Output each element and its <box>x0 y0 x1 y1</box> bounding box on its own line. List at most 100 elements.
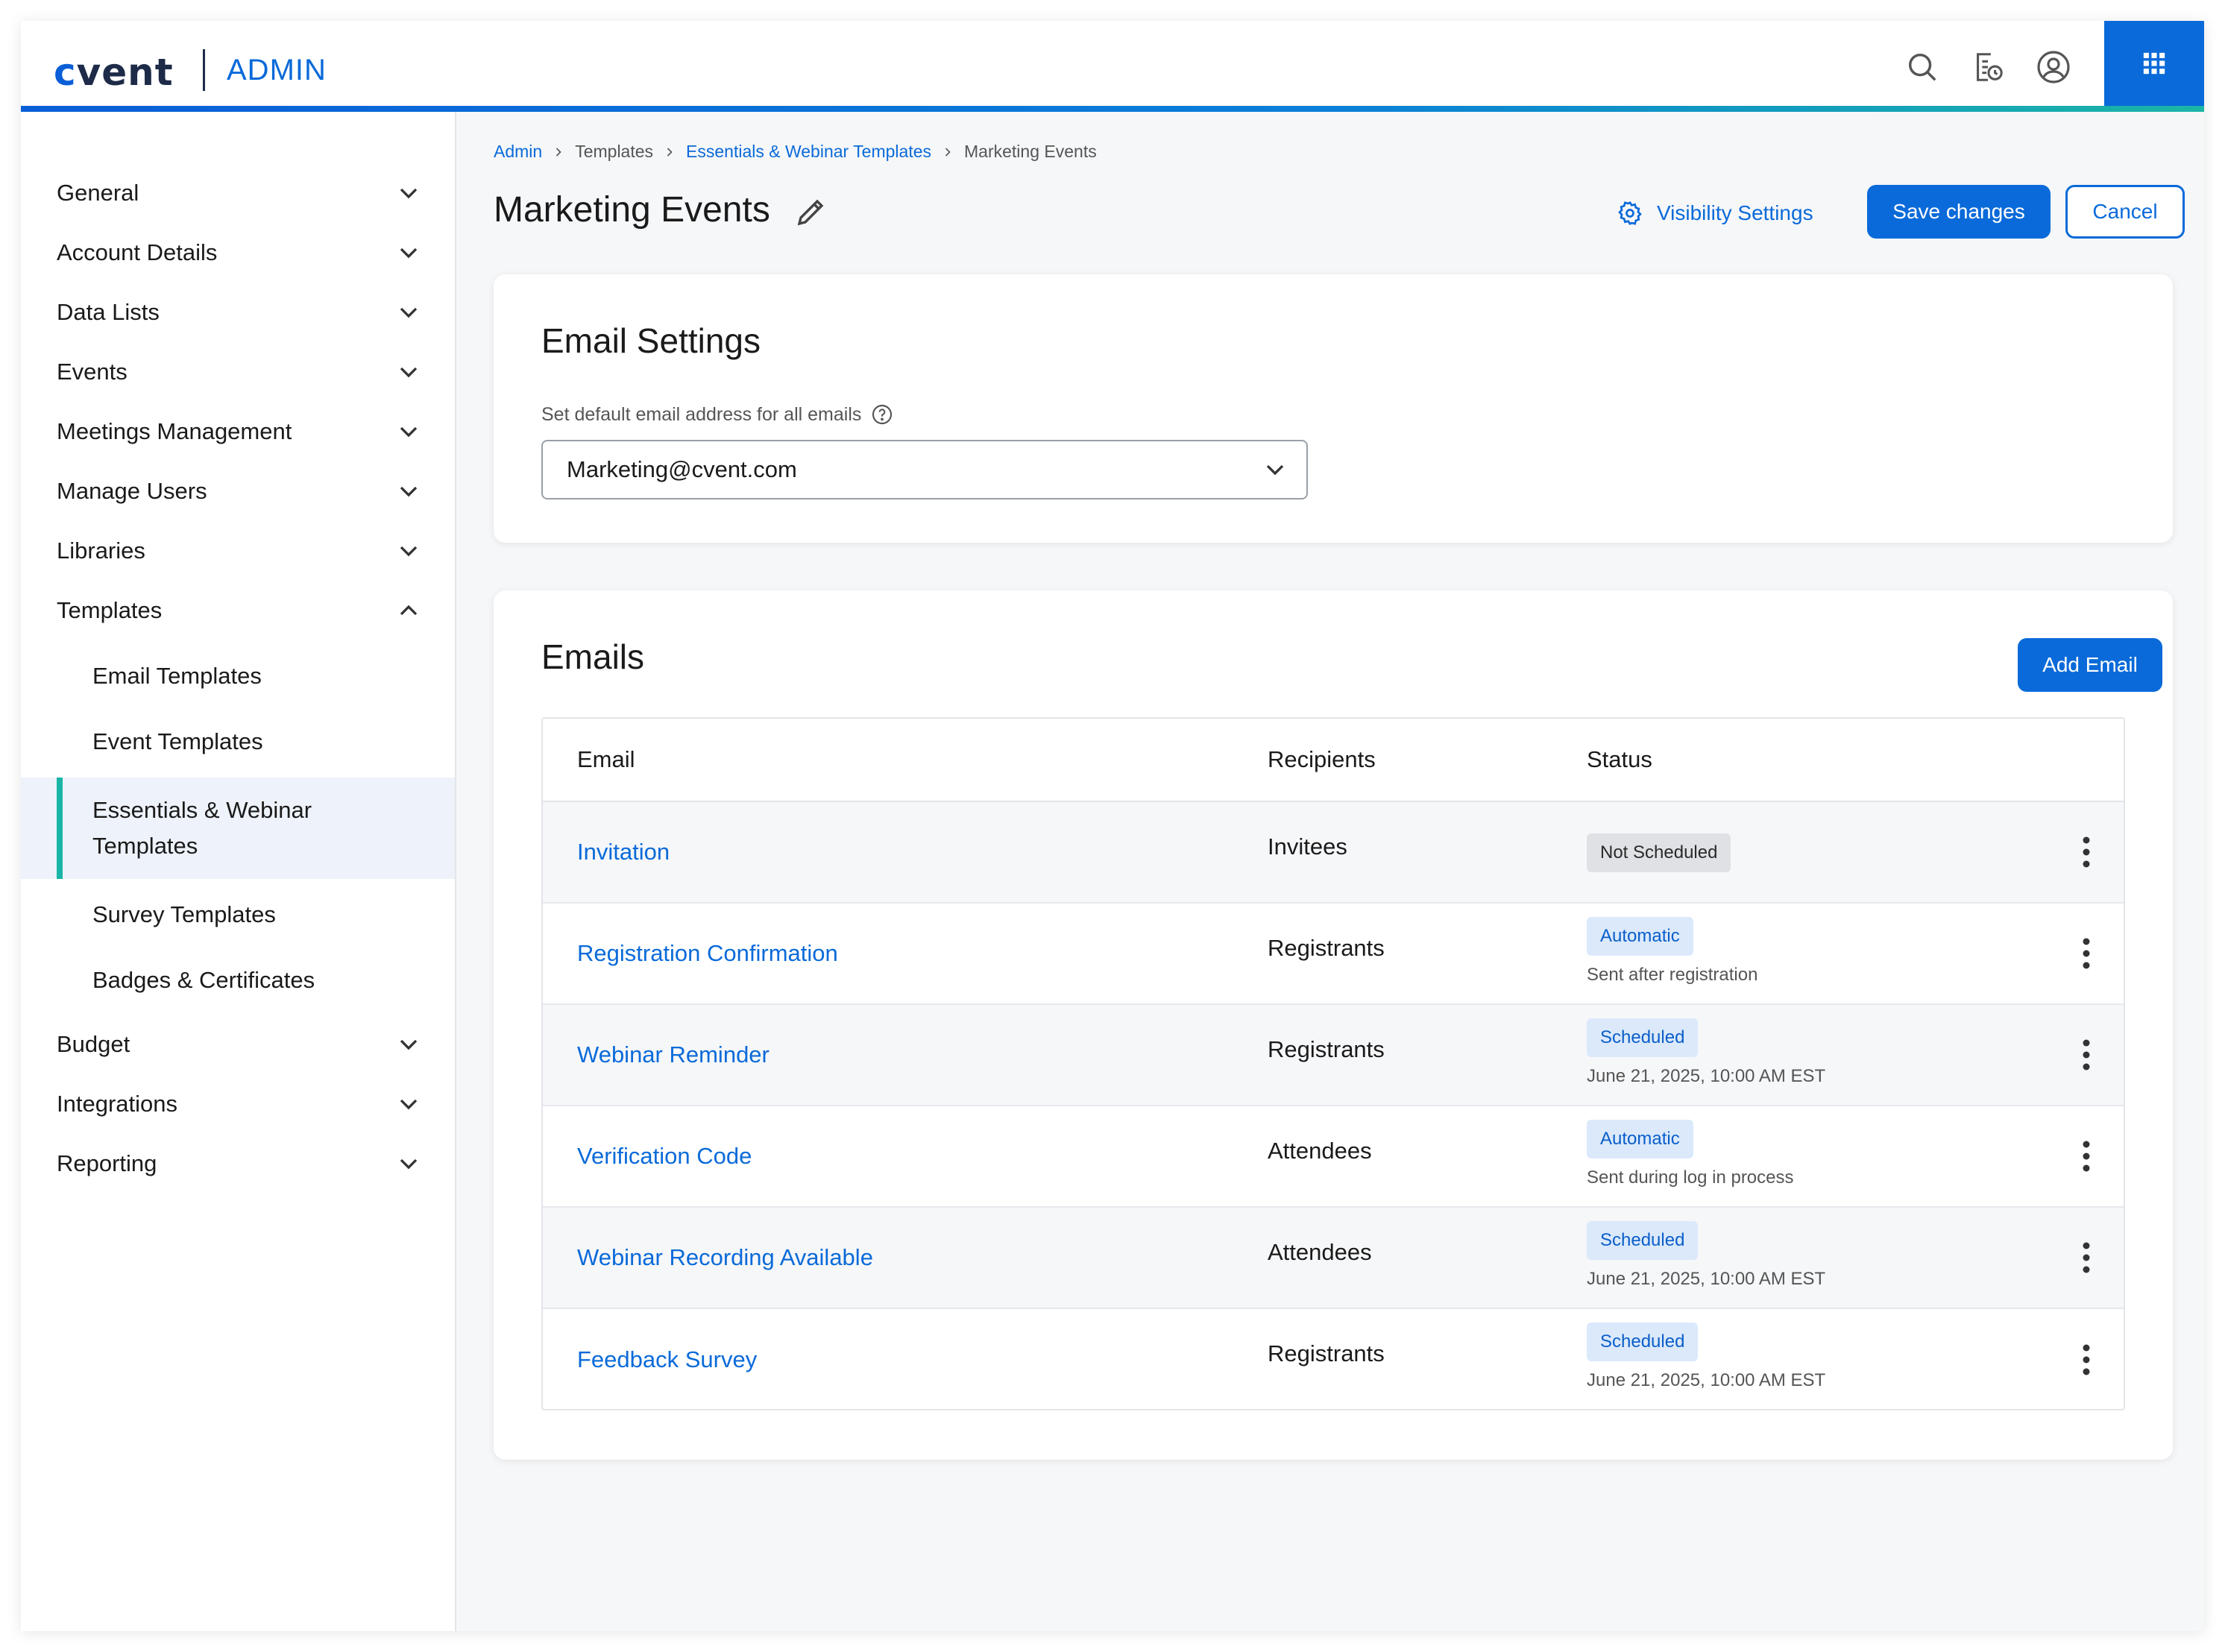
status-detail: Sent after registration <box>1587 965 1758 985</box>
sidebar-item-integrations[interactable]: Integrations <box>21 1074 455 1134</box>
more-actions-icon[interactable] <box>2071 1337 2101 1382</box>
more-actions-icon[interactable] <box>2071 1134 2101 1179</box>
sidebar-item-libraries[interactable]: Libraries <box>21 521 455 581</box>
chevron-down-icon <box>400 486 418 497</box>
sidebar-item-budget[interactable]: Budget <box>21 1015 455 1074</box>
sidebar-subitem-label: Email Templates <box>92 663 262 689</box>
search-icon[interactable] <box>1901 46 1943 88</box>
sidebar-subitem-badges-certificates[interactable]: Badges & Certificates <box>21 950 455 1010</box>
table-row: Feedback Survey Registrants Scheduled Ju… <box>543 1309 2124 1409</box>
table-row: Verification Code Attendees Automatic Se… <box>543 1106 2124 1208</box>
sidebar-item-label: Budget <box>57 1031 130 1057</box>
sidebar-item-general[interactable]: General <box>21 163 455 223</box>
sidebar-item-label: Events <box>57 359 128 385</box>
status-badge: Scheduled <box>1587 1221 1699 1260</box>
chevron-down-icon <box>400 426 418 438</box>
pencil-edit-icon[interactable] <box>793 194 829 230</box>
status-detail: Sent during log in process <box>1587 1167 1794 1188</box>
table-row: Invitation Invitees Not Scheduled <box>543 802 2124 904</box>
sidebar-item-account-details[interactable]: Account Details <box>21 223 455 283</box>
status-detail: June 21, 2025, 10:00 AM EST <box>1587 1269 1826 1289</box>
sidebar-item-data-lists[interactable]: Data Lists <box>21 283 455 342</box>
sidebar-subitem-event-templates[interactable]: Event Templates <box>21 712 455 772</box>
chevron-up-icon <box>400 605 418 616</box>
sidebar-subitem-label: Badges & Certificates <box>92 967 315 993</box>
email-link-registration-confirmation[interactable]: Registration Confirmation <box>577 940 838 967</box>
breadcrumb-essentials-webinar[interactable]: Essentials & Webinar Templates <box>686 142 931 162</box>
more-actions-icon[interactable] <box>2071 1235 2101 1280</box>
sidebar-subitem-email-templates[interactable]: Email Templates <box>21 646 455 706</box>
sidebar-item-label: Account Details <box>57 239 218 265</box>
sidebar-item-label: Meetings Management <box>57 418 292 444</box>
status-badge: Scheduled <box>1587 1322 1699 1361</box>
status-detail: June 21, 2025, 10:00 AM EST <box>1587 1066 1826 1086</box>
sidebar-item-meetings-management[interactable]: Meetings Management <box>21 402 455 461</box>
column-header-status: Status <box>1587 746 1652 772</box>
visibility-settings-label: Visibility Settings <box>1657 201 1813 224</box>
column-header-email: Email <box>577 746 635 772</box>
sidebar-item-events[interactable]: Events <box>21 342 455 402</box>
sidebar-item-reporting[interactable]: Reporting <box>21 1134 455 1194</box>
email-link-webinar-reminder[interactable]: Webinar Reminder <box>577 1041 770 1068</box>
default-email-value: Marketing@cvent.com <box>567 456 797 482</box>
chevron-right-icon <box>945 147 951 157</box>
chevron-down-icon <box>400 307 418 318</box>
user-profile-icon[interactable] <box>2033 46 2074 88</box>
status-detail: June 21, 2025, 10:00 AM EST <box>1587 1370 1826 1390</box>
more-actions-icon[interactable] <box>2071 931 2101 976</box>
more-actions-icon[interactable] <box>2071 1032 2101 1077</box>
tasks-history-icon[interactable] <box>1967 46 2009 88</box>
status-badge: Not Scheduled <box>1587 833 1731 872</box>
email-link-feedback-survey[interactable]: Feedback Survey <box>577 1346 757 1373</box>
breadcrumb-templates: Templates <box>575 142 654 161</box>
chevron-down-icon <box>400 248 418 259</box>
add-email-button[interactable]: Add Email <box>2018 638 2162 692</box>
breadcrumb-current: Marketing Events <box>964 142 1097 161</box>
header-accent-bar <box>21 106 2204 112</box>
recipients-cell: Registrants <box>1268 935 1385 961</box>
emails-card: Emails Add Email Email Recipients Status… <box>494 590 2173 1460</box>
sidebar-subitem-label: Essentials & Webinar Templates <box>92 797 312 859</box>
sidebar-subitem-essentials-webinar-templates[interactable]: Essentials & Webinar Templates <box>21 778 455 879</box>
cvent-logo[interactable]: cvent <box>54 51 174 94</box>
default-email-select[interactable]: Marketing@cvent.com <box>541 440 1308 499</box>
sidebar-subitem-survey-templates[interactable]: Survey Templates <box>21 885 455 945</box>
sidebar-item-manage-users[interactable]: Manage Users <box>21 461 455 521</box>
breadcrumb-admin[interactable]: Admin <box>494 142 542 162</box>
sidebar-item-templates[interactable]: Templates <box>21 581 455 640</box>
visibility-settings-link[interactable]: Visibility Settings <box>1617 200 1813 227</box>
help-icon[interactable] <box>870 403 894 426</box>
cancel-button[interactable]: Cancel <box>2065 185 2185 239</box>
table-header: Email Recipients Status <box>543 719 2124 802</box>
logo-divider <box>203 49 205 91</box>
email-link-invitation[interactable]: Invitation <box>577 839 670 866</box>
chevron-right-icon <box>667 147 673 157</box>
chevron-down-icon <box>400 546 418 557</box>
status-badge: Automatic <box>1587 917 1693 956</box>
chevron-down-icon <box>400 367 418 378</box>
sidebar-item-label: Templates <box>57 597 163 623</box>
chevron-down-icon <box>400 1158 418 1170</box>
sidebar-item-label: Manage Users <box>57 478 207 504</box>
top-header: cvent ADMIN <box>21 21 2204 110</box>
app-window: cvent ADMIN General Account Details Data… <box>21 21 2204 1631</box>
column-header-recipients: Recipients <box>1268 746 1376 772</box>
apps-grid-icon <box>2143 52 2165 75</box>
sidebar-subitem-label: Event Templates <box>92 728 263 754</box>
chevron-down-icon <box>400 1099 418 1110</box>
email-settings-title: Email Settings <box>541 321 761 360</box>
chevron-down-icon <box>1266 464 1284 476</box>
status-badge: Scheduled <box>1587 1018 1699 1057</box>
email-link-webinar-recording-available[interactable]: Webinar Recording Available <box>577 1244 873 1271</box>
apps-grid-button[interactable] <box>2104 21 2204 106</box>
email-settings-card: Email Settings Set default email address… <box>494 274 2173 543</box>
table-row: Webinar Reminder Registrants Scheduled J… <box>543 1005 2124 1106</box>
page-title: Marketing Events <box>494 190 770 230</box>
save-changes-button[interactable]: Save changes <box>1867 185 2051 239</box>
sidebar-item-label: General <box>57 180 139 206</box>
recipients-cell: Invitees <box>1268 833 1347 860</box>
more-actions-icon[interactable] <box>2071 830 2101 874</box>
email-link-verification-code[interactable]: Verification Code <box>577 1143 752 1170</box>
default-email-field-label: Set default email address for all emails <box>541 403 894 426</box>
recipients-cell: Registrants <box>1268 1036 1385 1062</box>
